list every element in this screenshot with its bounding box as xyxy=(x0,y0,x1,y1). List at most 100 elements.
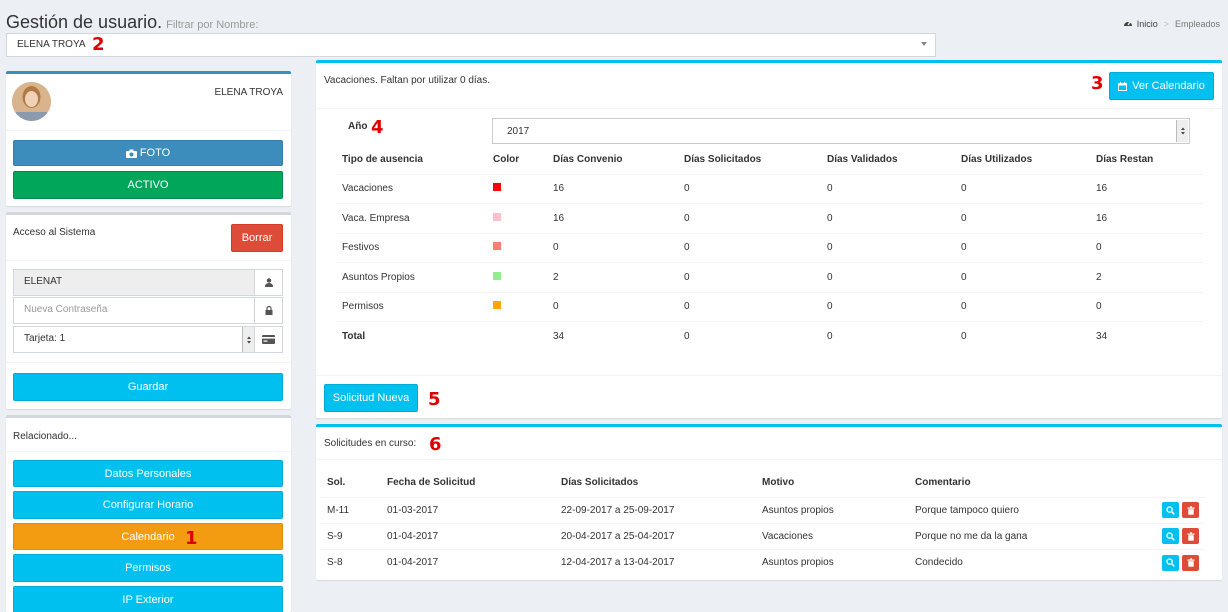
cell-dias: 20-04-2017 a 25-04-2017 xyxy=(555,522,756,549)
color-swatch xyxy=(493,301,501,309)
table-row: Asuntos Propios 2 0 0 0 2 xyxy=(336,261,1203,292)
cell-color xyxy=(487,261,547,292)
search-icon xyxy=(1166,558,1176,568)
cell-sol: S-9 xyxy=(321,522,381,549)
calendario-button[interactable]: Calendario xyxy=(13,523,283,550)
divider xyxy=(6,362,291,363)
col-restan: Días Restan xyxy=(1096,154,1154,166)
trash-icon xyxy=(1187,558,1194,567)
activo-button[interactable]: ACTIVO xyxy=(13,171,283,199)
cell-utilizados: 0 xyxy=(955,232,1090,262)
card-select-value: Tarjeta: 1 xyxy=(24,333,66,344)
cell-restan: 0 xyxy=(1090,291,1203,321)
page-subtitle: Filtrar por Nombre: xyxy=(166,19,259,31)
borrar-button[interactable]: Borrar xyxy=(231,224,283,252)
cell-restan: 0 xyxy=(1090,232,1203,262)
view-button[interactable] xyxy=(1162,554,1180,571)
lock-icon xyxy=(254,298,282,323)
divider xyxy=(316,108,1222,109)
divider xyxy=(6,260,291,261)
col-color: Color xyxy=(493,154,520,166)
profile-box: ELENA TROYA FOTO ACTIVO xyxy=(6,71,291,206)
related-title: Relacionado... xyxy=(13,431,77,442)
calendar-icon xyxy=(1118,81,1128,91)
table-row: Vaca. Empresa 16 0 0 0 16 xyxy=(336,202,1203,233)
cell-restan: 16 xyxy=(1090,173,1203,203)
breadcrumb-current: Empleados xyxy=(1174,18,1220,29)
card-select-box[interactable]: Tarjeta: 1 xyxy=(14,327,254,352)
cell-validados: 0 xyxy=(821,320,955,352)
cell-comentario: Condecido xyxy=(909,548,1122,576)
cell-tipo: Festivos xyxy=(336,232,487,262)
foto-button[interactable]: FOTO xyxy=(13,140,283,166)
password-field[interactable]: Nueva Contraseña xyxy=(13,297,283,324)
solicitud-nueva-button[interactable]: Solicitud Nueva xyxy=(324,384,418,412)
annotation-4: 4 xyxy=(371,117,384,138)
cell-color xyxy=(487,173,547,203)
datos-personales-button[interactable]: Datos Personales xyxy=(13,460,283,487)
permisos-button[interactable]: Permisos xyxy=(13,554,283,582)
solicitud-nueva-label: Solicitud Nueva xyxy=(332,392,410,404)
view-button[interactable] xyxy=(1162,502,1180,518)
guardar-button[interactable]: Guardar xyxy=(13,373,283,401)
year-select[interactable]: 2017 xyxy=(492,118,1190,144)
user-icon xyxy=(254,270,282,295)
col-comentario: Comentario xyxy=(915,477,971,489)
user-filter-select[interactable]: ELENA TROYA xyxy=(6,33,936,57)
cell-restan: 16 xyxy=(1090,202,1203,233)
username-field[interactable]: ELENAT xyxy=(13,269,283,296)
cell-convenio: 0 xyxy=(547,232,678,262)
search-icon xyxy=(1166,531,1176,541)
activo-button-label: ACTIVO xyxy=(127,179,169,191)
cell-validados: 0 xyxy=(821,202,955,233)
col-dias: Días Solicitados xyxy=(561,477,639,489)
cell-motivo: Vacaciones xyxy=(756,522,909,549)
foto-button-label: FOTO xyxy=(139,147,171,159)
col-convenio: Días Convenio xyxy=(553,154,623,166)
col-fecha: Fecha de Solicitud xyxy=(387,477,476,489)
card-select[interactable]: Tarjeta: 1 xyxy=(13,326,283,353)
absence-table: Tipo de ausencia Color Días Convenio Día… xyxy=(336,146,1203,352)
cell-restan: 34 xyxy=(1090,320,1203,352)
user-filter-value: ELENA TROYA xyxy=(17,39,86,50)
configurar-horario-label: Configurar Horario xyxy=(102,499,194,511)
cell-actions xyxy=(1122,496,1205,523)
annotation-5: 5 xyxy=(428,389,441,410)
table-row: Permisos 0 0 0 0 0 xyxy=(336,291,1203,321)
ip-exterior-button[interactable]: IP Exterior xyxy=(13,586,283,612)
access-title: Acceso al Sistema xyxy=(13,227,96,238)
page-title: Gestión de usuario. Filtrar por Nombre: xyxy=(6,12,258,33)
col-actions xyxy=(1122,469,1205,497)
cell-validados: 0 xyxy=(821,261,955,292)
requests-table: Sol. Fecha de Solicitud Días Solicitados… xyxy=(321,469,1205,576)
ver-calendario-button[interactable]: Ver Calendario xyxy=(1109,72,1214,100)
delete-button[interactable] xyxy=(1182,554,1199,571)
cell-utilizados: 0 xyxy=(955,173,1090,203)
credit-card-icon xyxy=(254,327,282,352)
breadcrumb-home-link[interactable]: Inicio xyxy=(1137,19,1158,29)
col-utilizados: Días Utilizados xyxy=(961,154,1033,166)
color-swatch xyxy=(493,183,501,191)
requests-box: Solicitudes en curso: 6 Sol. Fecha de So… xyxy=(316,424,1222,580)
select-arrow-icon xyxy=(1176,120,1188,142)
password-placeholder: Nueva Contraseña xyxy=(24,304,108,315)
delete-button[interactable] xyxy=(1182,528,1199,544)
vacations-title: Vacaciones. Faltan por utilizar 0 días. xyxy=(324,75,491,86)
delete-button[interactable] xyxy=(1182,502,1199,518)
divider xyxy=(316,375,1222,376)
divider xyxy=(6,130,291,131)
configurar-horario-button[interactable]: Configurar Horario xyxy=(13,491,283,519)
permisos-label: Permisos xyxy=(125,562,171,574)
username-value: ELENAT xyxy=(14,270,254,295)
requests-title: Solicitudes en curso: xyxy=(324,438,417,449)
view-button[interactable] xyxy=(1162,528,1180,544)
chevron-down-icon xyxy=(921,42,927,46)
guardar-button-label: Guardar xyxy=(127,381,169,393)
ip-exterior-label: IP Exterior xyxy=(122,593,174,606)
breadcrumb: Inicio > Empleados xyxy=(1123,18,1220,29)
cell-comentario: Porque tampoco quiero xyxy=(909,496,1122,523)
color-swatch xyxy=(493,212,501,221)
cell-convenio: 0 xyxy=(547,291,678,321)
cell-utilizados: 0 xyxy=(955,291,1090,321)
col-solicitados: Días Solicitados xyxy=(684,154,762,166)
